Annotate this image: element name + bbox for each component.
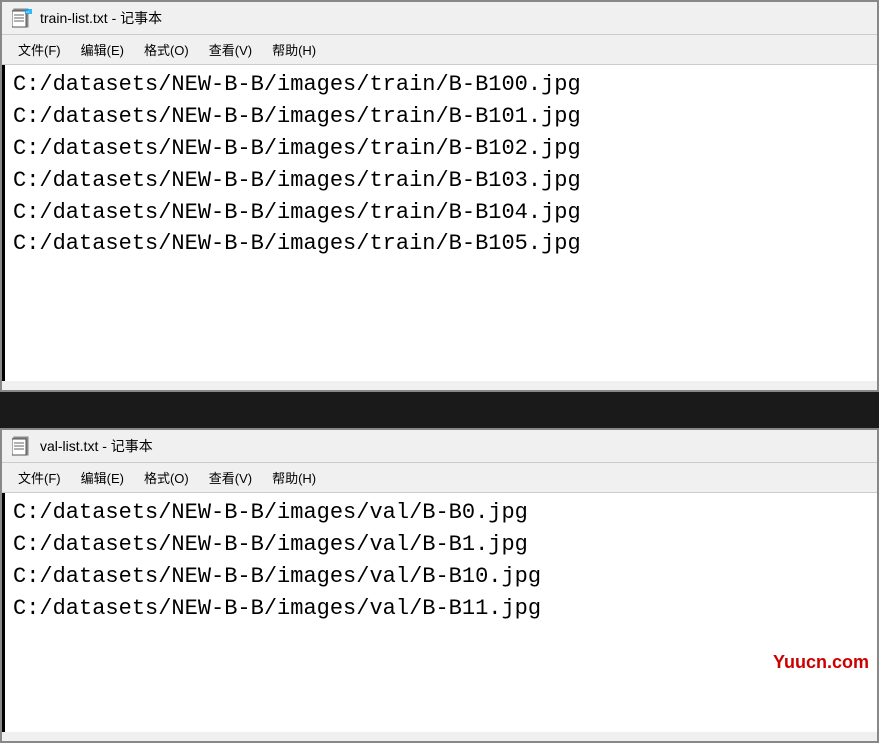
file-line-train-2: C:/datasets/NEW-B-B/images/train/B-B102.… xyxy=(13,133,873,165)
title-text-train: train-list.txt - 记事本 xyxy=(40,8,162,28)
menu-view-train[interactable]: 查看(V) xyxy=(201,38,260,61)
menu-format-train[interactable]: 格式(O) xyxy=(136,38,197,61)
file-line-val-3: C:/datasets/NEW-B-B/images/val/B-B11.jpg xyxy=(13,593,873,625)
watermark: Yuucn.com xyxy=(773,652,869,673)
file-line-train-1: C:/datasets/NEW-B-B/images/train/B-B101.… xyxy=(13,101,873,133)
title-bar-train: ✏ train-list.txt - 记事本 xyxy=(2,2,877,35)
file-line-train-3: C:/datasets/NEW-B-B/images/train/B-B103.… xyxy=(13,165,873,197)
notepad-window-val: val-list.txt - 记事本 文件(F) 编辑(E) 格式(O) 查看(… xyxy=(0,428,879,743)
content-area-train: C:/datasets/NEW-B-B/images/train/B-B100.… xyxy=(2,65,877,381)
menu-file-val[interactable]: 文件(F) xyxy=(10,466,69,489)
notepad-icon-val xyxy=(12,436,32,456)
file-line-val-1: C:/datasets/NEW-B-B/images/val/B-B1.jpg xyxy=(13,529,873,561)
menu-edit-val[interactable]: 编辑(E) xyxy=(73,466,132,489)
menu-format-val[interactable]: 格式(O) xyxy=(136,466,197,489)
separator xyxy=(0,392,879,412)
menu-bar-val: 文件(F) 编辑(E) 格式(O) 查看(V) 帮助(H) xyxy=(2,463,877,493)
notepad-window-train: ✏ train-list.txt - 记事本 文件(F) 编辑(E) 格式(O)… xyxy=(0,0,879,392)
file-line-train-5: C:/datasets/NEW-B-B/images/train/B-B105.… xyxy=(13,228,873,260)
menu-edit-train[interactable]: 编辑(E) xyxy=(73,38,132,61)
menu-view-val[interactable]: 查看(V) xyxy=(201,466,260,489)
menu-bar-train: 文件(F) 编辑(E) 格式(O) 查看(V) 帮助(H) xyxy=(2,35,877,65)
file-line-train-0: C:/datasets/NEW-B-B/images/train/B-B100.… xyxy=(13,69,873,101)
menu-help-val[interactable]: 帮助(H) xyxy=(264,466,324,489)
title-bar-val: val-list.txt - 记事本 xyxy=(2,430,877,463)
file-line-val-0: C:/datasets/NEW-B-B/images/val/B-B0.jpg xyxy=(13,497,873,529)
notepad-icon-train: ✏ xyxy=(12,8,32,28)
menu-help-train[interactable]: 帮助(H) xyxy=(264,38,324,61)
file-line-train-4: C:/datasets/NEW-B-B/images/train/B-B104.… xyxy=(13,197,873,229)
file-line-val-2: C:/datasets/NEW-B-B/images/val/B-B10.jpg xyxy=(13,561,873,593)
title-text-val: val-list.txt - 记事本 xyxy=(40,436,153,456)
menu-file-train[interactable]: 文件(F) xyxy=(10,38,69,61)
content-area-val: C:/datasets/NEW-B-B/images/val/B-B0.jpg … xyxy=(2,493,877,732)
